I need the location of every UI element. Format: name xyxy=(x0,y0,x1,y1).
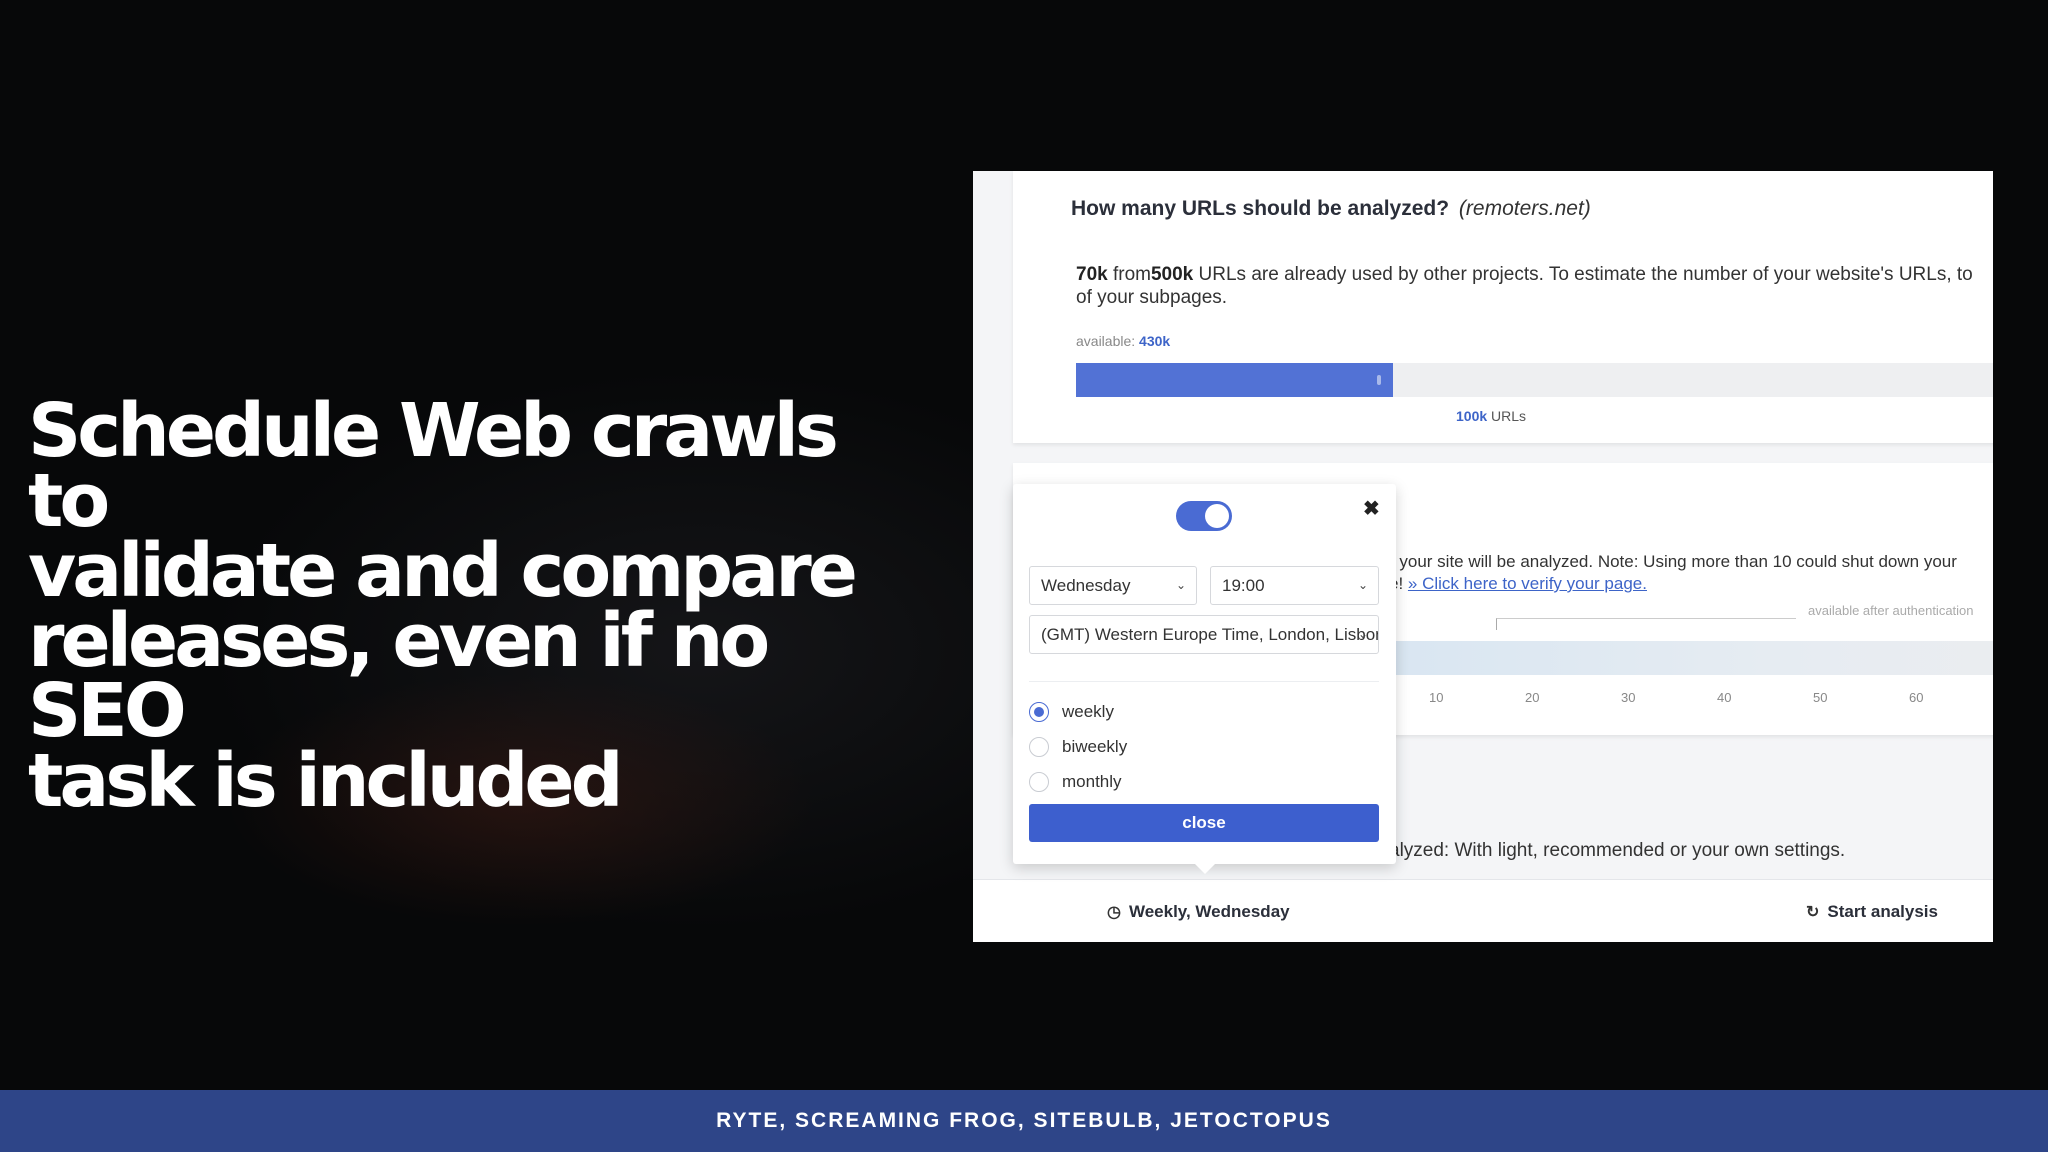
verify-page-link[interactable]: » Click here to verify your page. xyxy=(1408,574,1647,593)
crawl-speed-slider[interactable] xyxy=(1389,641,1993,675)
radio-button[interactable] xyxy=(1029,737,1049,757)
radio-button[interactable] xyxy=(1029,772,1049,792)
radio-label: biweekly xyxy=(1062,737,1128,756)
tick-label: 40 xyxy=(1717,690,1732,705)
clock-icon: ◷ xyxy=(1107,904,1121,921)
crawl-speed-note: r your site will be analyzed. Note: Usin… xyxy=(1389,551,1957,595)
headline-line-1: Schedule Web crawls to xyxy=(28,388,839,544)
divider xyxy=(1029,681,1379,682)
settings-description: alyzed: With light, recommended or your … xyxy=(1389,840,1846,861)
tools-banner: RYTE, SCREAMING FROG, SITEBULB, JETOCTOP… xyxy=(0,1090,2048,1152)
total-amount: 500k xyxy=(1150,264,1194,285)
available-value: 430k xyxy=(1139,333,1171,349)
radio-weekly[interactable]: weekly xyxy=(1029,702,1114,722)
app-screenshot: How many URLs should be analyzed? (remot… xyxy=(973,171,1993,942)
schedule-toggle[interactable] xyxy=(1176,501,1232,531)
url-slider-fill[interactable] xyxy=(1076,363,1393,397)
radio-monthly[interactable]: monthly xyxy=(1029,772,1122,792)
time-select[interactable]: 19:00 ⌄ xyxy=(1210,566,1379,605)
desc-line-2: of your subpages. xyxy=(1076,287,1228,308)
used-amount: 70k xyxy=(1076,264,1108,285)
headline-line-4: task is included xyxy=(28,738,624,824)
schedule-label: Weekly, Wednesday xyxy=(1128,902,1290,921)
tick-label: 50 xyxy=(1813,690,1828,705)
radio-label: weekly xyxy=(1062,702,1114,721)
start-analysis-label: Start analysis xyxy=(1827,902,1938,921)
available-info: available: 430k xyxy=(1076,333,1170,349)
chevron-down-icon: ⌄ xyxy=(1175,578,1186,592)
url-slider-track[interactable] xyxy=(1076,363,1993,397)
desc-rest: URLs are already used by other projects.… xyxy=(1193,264,1973,285)
tools-list: RYTE, SCREAMING FROG, SITEBULB, JETOCTOP… xyxy=(716,1109,1332,1132)
tick-label: 30 xyxy=(1621,690,1636,705)
start-analysis-button[interactable]: ↻ Start analysis xyxy=(1806,902,1938,922)
day-value: Wednesday xyxy=(1041,576,1131,595)
day-select[interactable]: Wednesday ⌄ xyxy=(1029,566,1197,605)
chevron-down-icon: ⌄ xyxy=(1357,627,1368,641)
action-footer: ◷ Weekly, Wednesday ↻ Start analysis xyxy=(973,879,1993,942)
headline-line-2: validate and compare xyxy=(28,528,858,614)
url-count-title: How many URLs should be analyzed? (remot… xyxy=(1071,197,1591,221)
auth-bracket xyxy=(1496,618,1796,630)
timezone-select[interactable]: (GMT) Western Europe Time, London, Lisbo… xyxy=(1029,615,1379,654)
available-label: available: xyxy=(1076,333,1136,349)
url-slider-label: 100k URLs xyxy=(1456,408,1526,424)
slide-headline: Schedule Web crawls to validate and comp… xyxy=(28,388,908,824)
url-usage-description: 70k from500k URLs are already used by ot… xyxy=(1076,263,1993,309)
url-count-question: How many URLs should be analyzed? xyxy=(1071,197,1450,220)
close-button[interactable]: close xyxy=(1029,804,1379,842)
from-word: from xyxy=(1112,264,1151,285)
radio-button[interactable] xyxy=(1029,702,1049,722)
schedule-popup: ✖ Wednesday ⌄ 19:00 ⌄ (GMT) Western Euro… xyxy=(1013,484,1396,874)
tick-label: 20 xyxy=(1525,690,1540,705)
available-after-auth-label: available after authentication xyxy=(1808,603,1974,618)
headline-line-3: releases, even if no SEO xyxy=(28,598,770,754)
radio-biweekly[interactable]: biweekly xyxy=(1029,737,1127,757)
project-domain: (remoters.net) xyxy=(1458,197,1591,220)
schedule-button[interactable]: ◷ Weekly, Wednesday xyxy=(1107,902,1290,922)
radio-label: monthly xyxy=(1062,772,1122,791)
url-count-card: How many URLs should be analyzed? (remot… xyxy=(1013,171,1993,443)
chevron-down-icon: ⌄ xyxy=(1357,578,1368,592)
close-icon[interactable]: ✖ xyxy=(1363,496,1380,521)
timezone-value: (GMT) Western Europe Time, London, Lisbo… xyxy=(1041,625,1379,644)
time-value: 19:00 xyxy=(1222,576,1265,595)
tick-label: 60 xyxy=(1909,690,1924,705)
crawl-note-line-1: r your site will be analyzed. Note: Usin… xyxy=(1389,552,1957,571)
refresh-icon: ↻ xyxy=(1806,904,1820,921)
slider-value: 100k xyxy=(1456,408,1488,424)
tick-label: 10 xyxy=(1429,690,1444,705)
slider-unit: URLs xyxy=(1491,408,1527,424)
